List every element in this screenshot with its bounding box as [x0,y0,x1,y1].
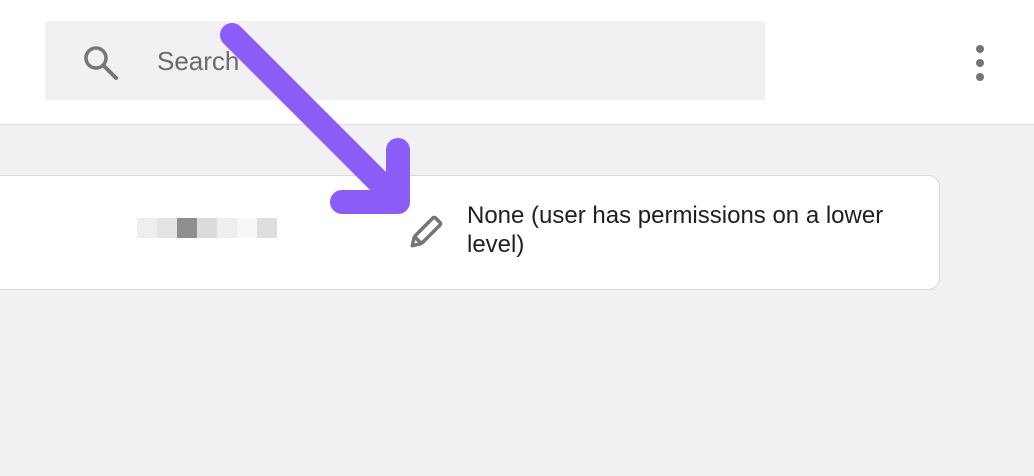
search-icon[interactable] [80,42,120,82]
redacted-user-name [137,218,277,240]
search-input[interactable] [45,21,765,100]
more-vertical-icon[interactable] [966,44,994,84]
search-placeholder[interactable]: Search [157,43,239,79]
top-bar: Search [0,0,1034,125]
permission-level-text: None (user has permissions on a lower le… [467,202,884,258]
pencil-icon[interactable] [404,212,446,254]
